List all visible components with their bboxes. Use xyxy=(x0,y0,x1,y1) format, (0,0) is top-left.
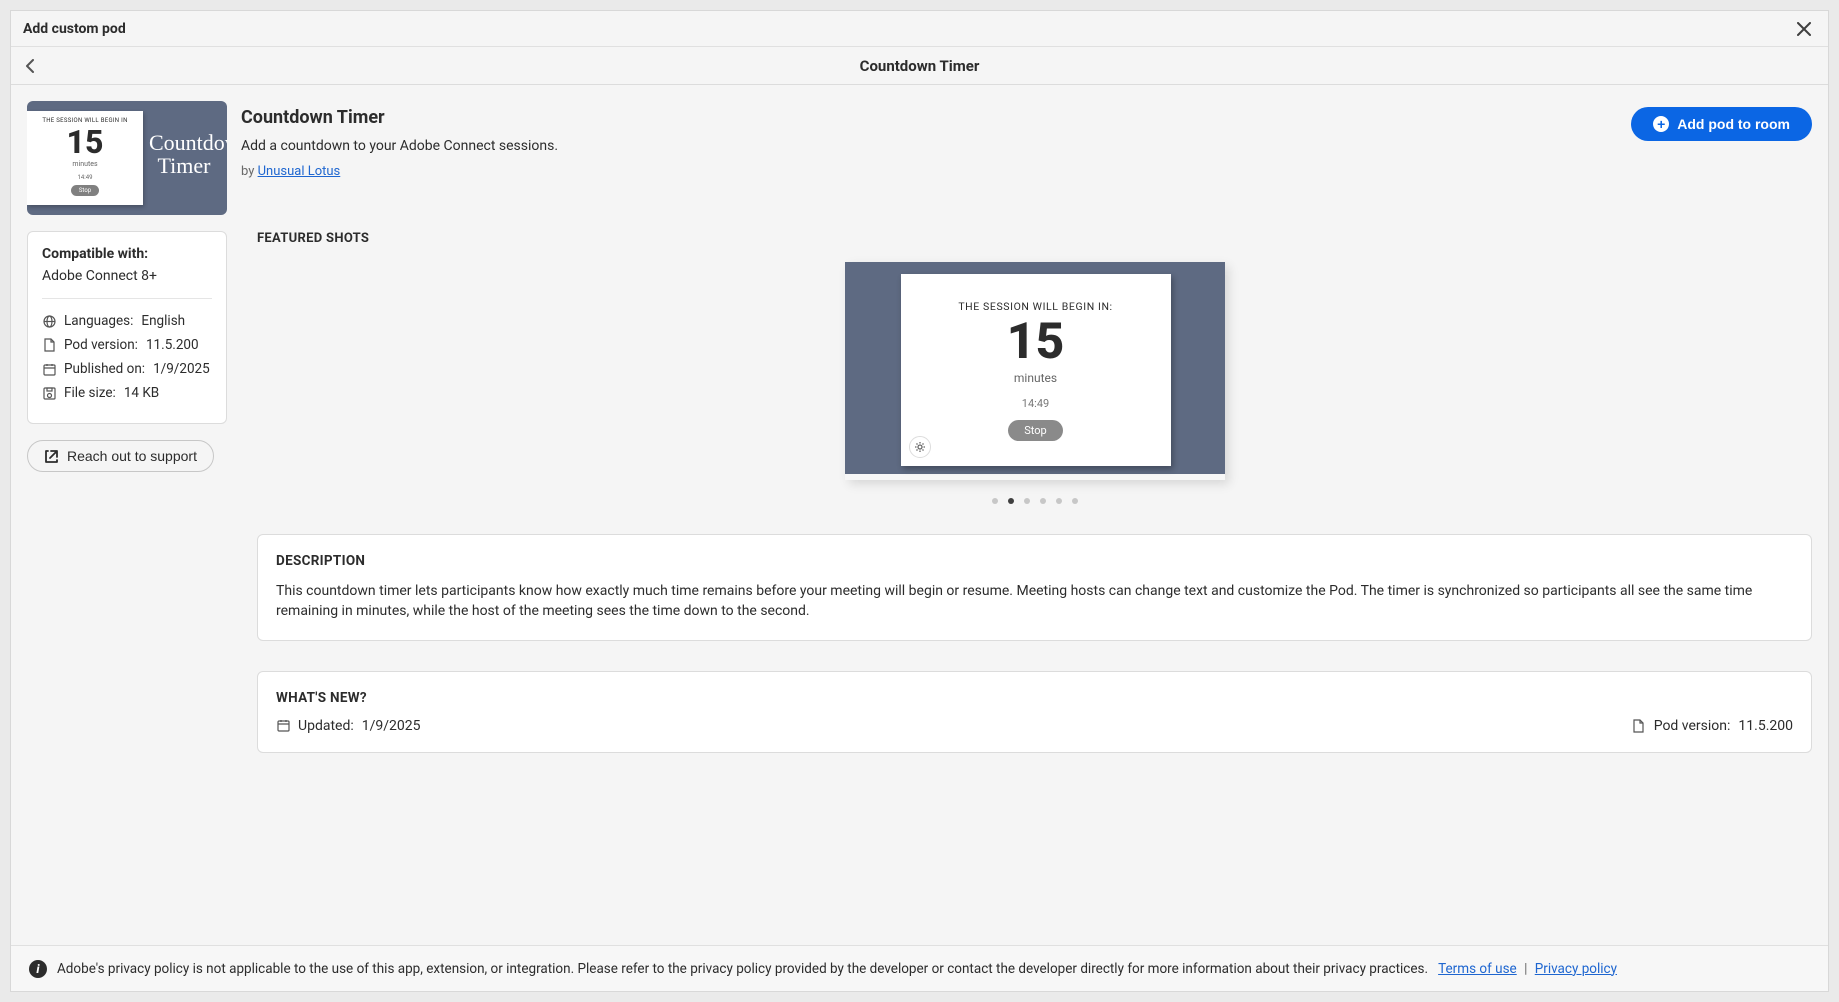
add-pod-label: Add pod to room xyxy=(1677,116,1790,132)
shot-line1: THE SESSION WILL BEGIN IN: xyxy=(958,300,1112,313)
columns: Compatible with: Adobe Connect 8+ Langua… xyxy=(11,231,1828,769)
reach-out-support-button[interactable]: Reach out to support xyxy=(27,440,214,472)
dialog-frame: Add custom pod Countdown Timer THE SESSI… xyxy=(10,10,1829,992)
description-text: This countdown timer lets participants k… xyxy=(276,581,1793,622)
meta-value: English xyxy=(141,313,185,329)
content-scroll[interactable]: THE SESSION WILL BEGIN IN 15 minutes 14:… xyxy=(11,85,1828,945)
description-title: DESCRIPTION xyxy=(276,553,1793,569)
pod-tagline: Add a countdown to your Adobe Connect se… xyxy=(241,138,558,154)
author-link[interactable]: Unusual Lotus xyxy=(258,164,341,179)
meta-row: Pod version: 11.5.200 xyxy=(42,337,212,353)
divider xyxy=(42,298,212,299)
whats-new-row: Updated: 1/9/2025 Pod version: 11.5.200 xyxy=(276,718,1793,734)
external-link-icon xyxy=(44,449,59,464)
calendar-icon xyxy=(42,362,56,376)
compat-value: Adobe Connect 8+ xyxy=(42,268,212,284)
meta-value: 1/9/2025 xyxy=(153,361,210,377)
privacy-link[interactable]: Privacy policy xyxy=(1535,961,1617,977)
featured-shots-label: FEATURED SHOTS xyxy=(257,231,1812,246)
carousel-dot[interactable] xyxy=(992,498,998,504)
disk-icon xyxy=(42,386,56,400)
left-column: Compatible with: Adobe Connect 8+ Langua… xyxy=(27,231,227,472)
updated-info: Updated: 1/9/2025 xyxy=(276,718,421,734)
carousel-dot[interactable] xyxy=(1024,498,1030,504)
pod-author-line: by Unusual Lotus xyxy=(241,164,558,179)
separator: | xyxy=(1524,961,1527,977)
pod-name: Countdown Timer xyxy=(241,107,558,128)
dialog-title: Add custom pod xyxy=(23,21,126,37)
version-value: 11.5.200 xyxy=(1738,718,1793,734)
plus-circle-icon: + xyxy=(1653,116,1669,132)
version-label: Pod version: xyxy=(1654,718,1731,734)
file-icon xyxy=(42,338,56,352)
carousel-dots xyxy=(257,498,1812,504)
add-pod-button[interactable]: + Add pod to room xyxy=(1631,107,1812,141)
thumb-time: 14:49 xyxy=(78,174,93,181)
shot-time: 14:49 xyxy=(1022,397,1049,410)
featured-shot-wrap: THE SESSION WILL BEGIN IN: 15 minutes 14… xyxy=(257,262,1812,480)
close-icon xyxy=(1797,22,1811,36)
version-info: Pod version: 11.5.200 xyxy=(1632,718,1793,734)
shot-number: 15 xyxy=(1007,317,1065,367)
gear-icon xyxy=(909,436,931,458)
meta-label: Pod version: xyxy=(64,337,138,353)
footer-text: Adobe's privacy policy is not applicable… xyxy=(57,961,1428,977)
whats-new-panel: WHAT'S NEW? Updated: 1/9/2025 xyxy=(257,671,1812,753)
description-panel: DESCRIPTION This countdown timer lets pa… xyxy=(257,534,1812,641)
updated-label: Updated: xyxy=(298,718,354,734)
thumb-unit: minutes xyxy=(72,160,97,168)
meta-row: Published on: 1/9/2025 xyxy=(42,361,212,377)
carousel-dot[interactable] xyxy=(1056,498,1062,504)
info-icon: i xyxy=(29,960,47,978)
updated-value: 1/9/2025 xyxy=(362,718,421,734)
carousel-dot[interactable] xyxy=(1040,498,1046,504)
shot-base xyxy=(845,474,1225,480)
compatibility-card: Compatible with: Adobe Connect 8+ Langua… xyxy=(27,231,227,424)
thumb-number: 15 xyxy=(67,126,104,158)
meta-label: File size: xyxy=(64,385,116,401)
right-column: FEATURED SHOTS THE SESSION WILL BEGIN IN… xyxy=(257,231,1812,753)
pod-header-info: Countdown Timer Add a countdown to your … xyxy=(241,101,558,179)
carousel-dot[interactable] xyxy=(1072,498,1078,504)
footer-text-wrap: Adobe's privacy policy is not applicable… xyxy=(57,961,1617,977)
by-prefix: by xyxy=(241,164,258,179)
whats-new-title: WHAT'S NEW? xyxy=(276,690,1793,706)
shot-unit: minutes xyxy=(1014,371,1057,385)
titlebar: Add custom pod xyxy=(11,11,1828,47)
thumb-preview-card: THE SESSION WILL BEGIN IN 15 minutes 14:… xyxy=(27,111,143,205)
support-label: Reach out to support xyxy=(67,448,197,464)
terms-link[interactable]: Terms of use xyxy=(1438,961,1517,977)
meta-label: Languages: xyxy=(64,313,133,329)
featured-shot: THE SESSION WILL BEGIN IN: 15 minutes 14… xyxy=(845,262,1225,480)
thumb-script-title: Countdown Timer xyxy=(149,131,219,177)
meta-value: 14 KB xyxy=(124,385,159,401)
shot-card: THE SESSION WILL BEGIN IN: 15 minutes 14… xyxy=(901,274,1171,466)
meta-row: Languages: English xyxy=(42,313,212,329)
top-section: THE SESSION WILL BEGIN IN 15 minutes 14:… xyxy=(11,85,1828,231)
calendar-icon xyxy=(276,719,290,733)
meta-value: 11.5.200 xyxy=(146,337,199,353)
subheader: Countdown Timer xyxy=(11,47,1828,85)
pod-thumbnail: THE SESSION WILL BEGIN IN 15 minutes 14:… xyxy=(27,101,227,215)
subheader-title: Countdown Timer xyxy=(11,57,1828,75)
file-icon xyxy=(1632,719,1646,733)
compat-title: Compatible with: xyxy=(42,246,212,262)
globe-icon xyxy=(42,314,56,328)
chevron-left-icon xyxy=(25,59,35,73)
meta-row: File size: 14 KB xyxy=(42,385,212,401)
shot-stop: Stop xyxy=(1008,420,1062,441)
footer: i Adobe's privacy policy is not applicab… xyxy=(11,945,1828,991)
carousel-dot[interactable] xyxy=(1008,498,1014,504)
thumb-stop: Stop xyxy=(71,185,99,196)
meta-label: Published on: xyxy=(64,361,145,377)
back-button[interactable] xyxy=(11,47,49,85)
close-button[interactable] xyxy=(1792,17,1816,41)
